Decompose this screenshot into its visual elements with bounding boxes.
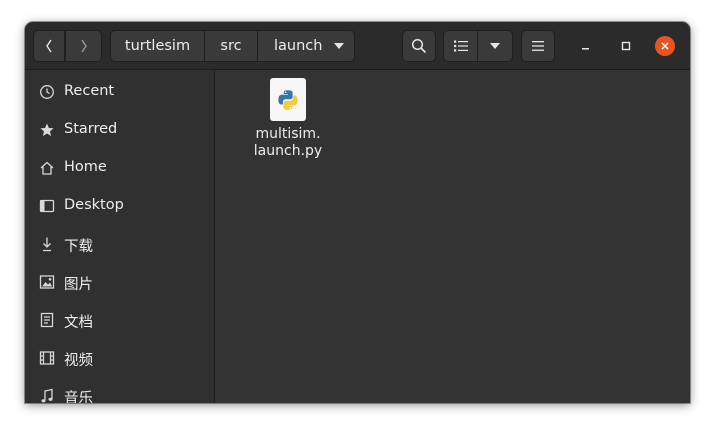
path-segment-turtlesim[interactable]: turtlesim	[110, 30, 205, 62]
star-icon	[39, 122, 55, 138]
path-segment-label: src	[220, 38, 242, 54]
sidebar-item-recent[interactable]: Recent	[25, 73, 214, 111]
chevron-left-icon	[46, 39, 52, 53]
minimize-button[interactable]	[574, 34, 598, 58]
minimize-icon	[582, 48, 589, 50]
desktop-icon	[39, 198, 55, 214]
sidebar-item-label: 图片	[64, 277, 93, 293]
back-button[interactable]	[33, 30, 65, 62]
file-name-line: multisim.	[255, 126, 321, 142]
maximize-icon	[621, 41, 631, 51]
sidebar-item-label: 下载	[64, 239, 93, 255]
sidebar-item-downloads[interactable]: 下载	[25, 225, 214, 263]
sidebar-item-documents[interactable]: 文档	[25, 301, 214, 339]
sidebar-item-label: 文档	[64, 315, 93, 331]
search-button[interactable]	[402, 30, 436, 62]
sidebar-item-desktop[interactable]: Desktop	[25, 187, 214, 225]
sidebar-item-label: 视频	[64, 353, 93, 369]
image-icon	[39, 274, 55, 290]
hamburger-icon	[532, 41, 544, 51]
sidebar-item-label: 音乐	[64, 391, 93, 403]
file-view: multisim. launch.py	[215, 70, 690, 403]
sidebar-item-label: Recent	[64, 83, 115, 99]
file-manager-window: turtlesim src launch Recent Starred Home…	[25, 22, 690, 403]
file-name: multisim. launch.py	[248, 126, 328, 160]
caret-down-icon	[334, 43, 344, 49]
download-icon	[39, 236, 55, 252]
close-icon	[661, 42, 669, 50]
document-icon	[39, 312, 55, 328]
menu-button[interactable]	[521, 30, 555, 62]
path-segment-label: turtlesim	[124, 38, 191, 54]
file-item[interactable]: multisim. launch.py	[248, 78, 328, 168]
maximize-button[interactable]	[614, 34, 638, 58]
sidebar: Recent Starred Home Desktop 下载 图片 文档 视频 …	[25, 70, 215, 403]
sidebar-item-videos[interactable]: 视频	[25, 339, 214, 377]
forward-button[interactable]	[65, 30, 102, 62]
music-icon	[39, 388, 55, 403]
sidebar-item-label: Desktop	[64, 197, 124, 213]
close-button[interactable]	[653, 34, 677, 58]
list-view-button[interactable]	[443, 30, 478, 62]
path-segment-label: launch	[274, 38, 323, 54]
caret-down-icon	[490, 43, 500, 49]
path-segment-launch[interactable]: launch	[257, 30, 355, 62]
path-segment-src[interactable]: src	[204, 30, 258, 62]
file-name-line: launch.py	[253, 143, 323, 159]
sidebar-item-label: Starred	[64, 121, 118, 137]
close-circle	[655, 36, 675, 56]
sidebar-item-label: Home	[64, 159, 107, 175]
header-bar: turtlesim src launch	[25, 22, 690, 70]
view-options-button[interactable]	[477, 30, 513, 62]
list-view-icon	[453, 40, 468, 52]
search-icon	[411, 38, 427, 54]
python-file-icon	[270, 78, 306, 121]
clock-icon	[39, 84, 55, 100]
sidebar-item-pictures[interactable]: 图片	[25, 263, 214, 301]
sidebar-item-starred[interactable]: Starred	[25, 111, 214, 149]
sidebar-item-music[interactable]: 音乐	[25, 377, 214, 403]
chevron-right-icon	[80, 39, 87, 53]
home-icon	[39, 160, 55, 176]
sidebar-item-home[interactable]: Home	[25, 149, 214, 187]
video-icon	[39, 350, 55, 366]
